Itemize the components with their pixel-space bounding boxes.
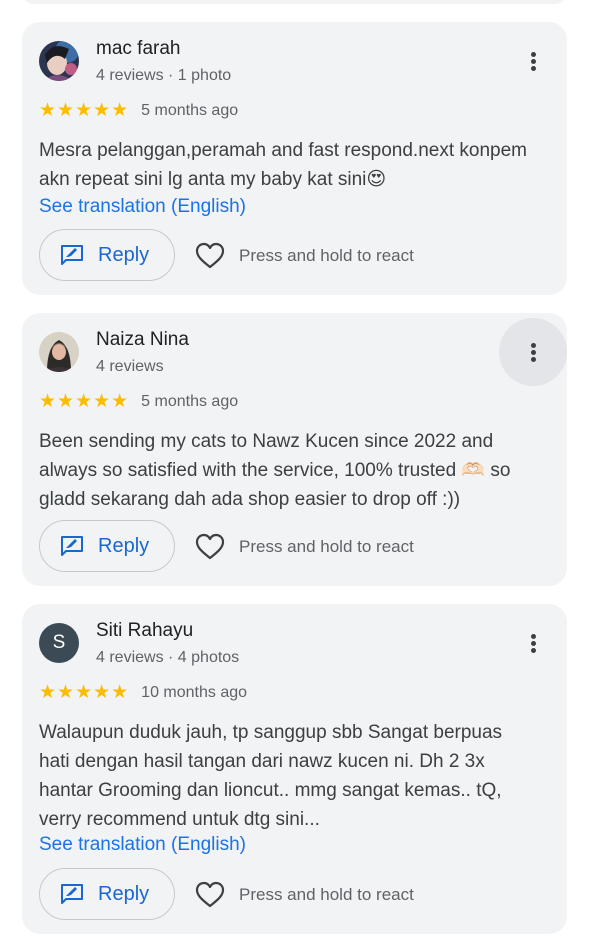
review-text: Walaupun duduk jauh, tp sanggup sbb Sang… (39, 722, 503, 830)
star-rating: ★★★★★ (39, 682, 130, 703)
review-card: mac farah 4 reviews · 1 photo ★★★★★ 5 mo… (22, 22, 567, 295)
see-translation-link[interactable]: See translation (English) (39, 196, 246, 218)
review-date: 5 months ago (141, 101, 239, 119)
review-date: 5 months ago (141, 392, 239, 410)
avatar[interactable] (39, 41, 79, 81)
more-options-button[interactable] (499, 27, 567, 95)
profile-photo (39, 332, 79, 372)
review-text: Mesra pelanggan,peramah and fast respond… (39, 140, 527, 190)
avatar[interactable] (39, 332, 79, 372)
react-control[interactable]: Press and hold to react (195, 881, 414, 909)
reviewer-name[interactable]: mac farah (96, 38, 180, 60)
rating-row: ★★★★★ 5 months ago (39, 390, 238, 413)
review-date: 10 months ago (141, 683, 248, 701)
reply-icon (61, 536, 83, 556)
heart-icon (195, 533, 225, 560)
reviewer-name[interactable]: Naiza Nina (96, 329, 189, 351)
react-hint: Press and hold to react (239, 246, 414, 265)
profile-photo (39, 41, 79, 81)
more-options-button[interactable] (499, 318, 567, 386)
reviewer-meta: 4 reviews (96, 358, 164, 375)
reply-label: Reply (98, 534, 150, 557)
more-vert-icon (530, 632, 536, 655)
review-card: Naiza Nina 4 reviews ★★★★★ 5 months ago … (22, 313, 567, 586)
star-rating: ★★★★★ (39, 100, 130, 121)
reply-label: Reply (98, 882, 150, 905)
react-hint: Press and hold to react (239, 885, 414, 904)
react-control[interactable]: Press and hold to react (195, 533, 414, 561)
more-options-button[interactable] (499, 609, 567, 677)
reply-icon (61, 884, 83, 904)
reply-icon (61, 245, 83, 265)
more-vert-icon (530, 50, 536, 73)
avatar[interactable]: S (39, 623, 79, 663)
star-rating: ★★★★★ (39, 391, 130, 412)
more-vert-icon (530, 341, 536, 364)
heart-icon (195, 881, 225, 908)
react-hint: Press and hold to react (239, 537, 414, 556)
reply-label: Reply (98, 243, 150, 266)
reply-button[interactable]: Reply (39, 520, 175, 572)
reviewer-meta: 4 reviews · 1 photo (96, 67, 232, 84)
rating-row: ★★★★★ 5 months ago (39, 99, 238, 122)
review-text: Been sending my cats to Nawz Kucen since… (39, 431, 511, 510)
react-control[interactable]: Press and hold to react (195, 242, 414, 270)
see-translation-link[interactable]: See translation (English) (39, 834, 246, 856)
reply-button[interactable]: Reply (39, 868, 175, 920)
reviewer-name[interactable]: Siti Rahayu (96, 620, 193, 642)
reviewer-meta: 4 reviews · 4 photos (96, 649, 240, 666)
heart-icon (195, 242, 225, 269)
reply-button[interactable]: Reply (39, 229, 175, 281)
review-card: S Siti Rahayu 4 reviews · 4 photos ★★★★★… (22, 604, 567, 934)
previous-review-card (22, 0, 567, 4)
rating-row: ★★★★★ 10 months ago (39, 681, 247, 704)
